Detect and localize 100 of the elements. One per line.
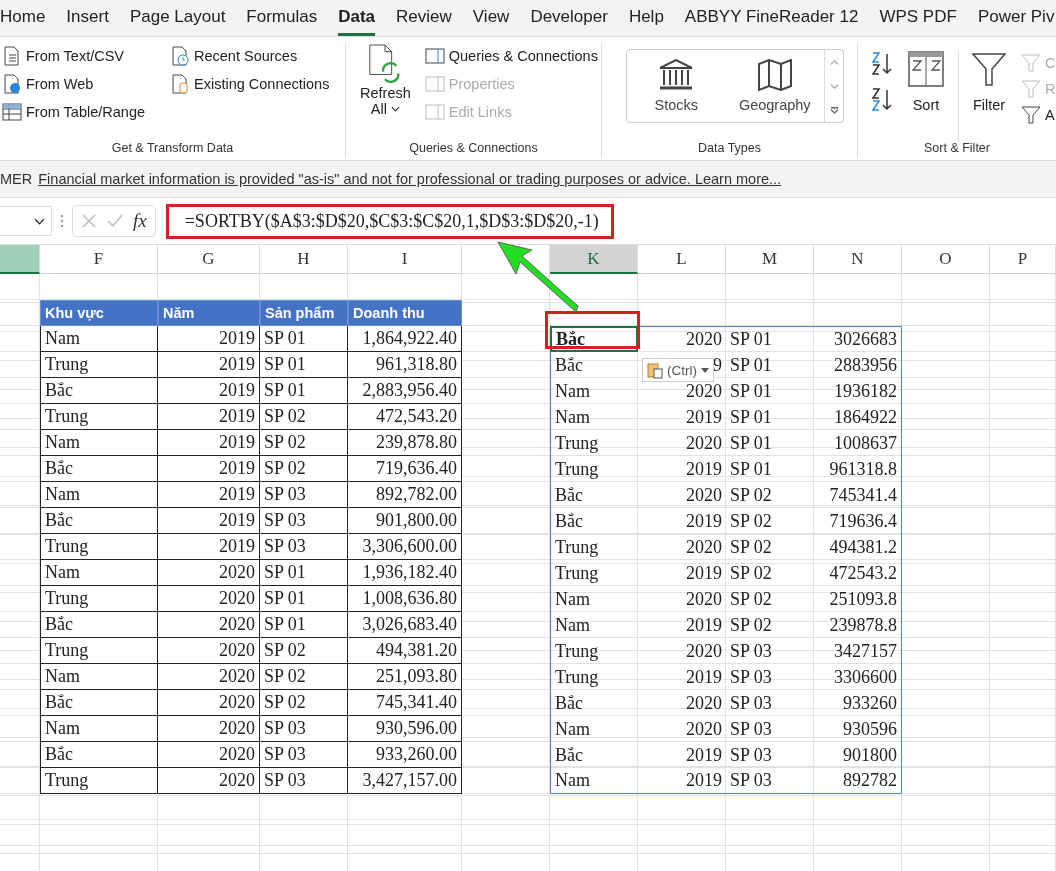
table-cell-text: SP 03 [729,743,773,767]
table-cell: SP 03 [260,742,348,768]
data-type-button[interactable]: Geography [725,50,824,122]
chevron-up-icon[interactable] [829,58,839,66]
column-header[interactable]: K [550,245,638,274]
panel-icon [424,102,445,122]
sort-dialog-icon [908,51,944,87]
ribbon-command[interactable]: From Text/CSV [0,43,160,69]
sort-ascending-icon[interactable] [870,51,894,75]
ribbon-command[interactable]: Recent Sources [168,43,332,69]
table-cell: Bắc [40,508,158,534]
ribbon-tab[interactable]: Developer [530,0,608,36]
table-cell-text: SP 03 [729,665,773,689]
table-cell-text: SP 01 [729,379,773,403]
sort-descending-icon[interactable] [870,87,894,111]
table-cell-text: SP 02 [729,561,773,585]
ribbon-command[interactable]: A [1021,103,1056,127]
table-cell: 3,026,683.40 [348,612,462,638]
ribbon-tab[interactable]: Insert [66,0,109,36]
table-cell: 1008637 [814,430,902,456]
table-cell: 251093.8 [814,586,902,612]
column-header[interactable]: N [814,245,902,274]
column-header[interactable]: F [40,245,158,274]
group-label: Get & Transform Data [110,141,235,157]
ribbon-command[interactable]: Existing Connections [168,71,332,97]
table-cell: 892782 [814,768,902,794]
ribbon-tab[interactable]: ABBYY FineReader 12 [684,0,859,36]
table-cell: 3026683 [814,326,902,352]
insert-function-button[interactable]: fx [133,210,147,232]
ribbon-tab[interactable]: Page Layout [129,0,226,36]
ribbon-tab[interactable]: Data [338,0,376,36]
column-header[interactable]: M [726,245,814,274]
ribbon-tab[interactable]: Help [628,0,664,36]
panel-icon [424,46,445,66]
table-cell: SP 02 [260,690,348,716]
table-cell: Bắc [40,378,158,404]
drag-handle-icon[interactable] [60,213,64,229]
expand-icon[interactable] [829,106,839,114]
cancel-icon[interactable] [81,213,97,229]
column-header[interactable]: P [990,245,1056,274]
refresh-all-button[interactable]: Refresh All [356,43,415,141]
filter-button[interactable]: Filter [958,51,1011,141]
ribbon-command[interactable]: From Web [0,71,160,97]
table-cell: 2883956 [814,352,902,378]
data-type-button[interactable]: Stocks [627,50,726,122]
table-cell: 3427157 [814,638,902,664]
table-cell: SP 01 [260,378,348,404]
document-database-icon [170,74,190,94]
ribbon-command[interactable]: Queries & Connections [422,43,600,69]
table-cell-text: 2020 [685,587,723,611]
table-cell-text: 2019 [685,613,723,637]
document-globe-icon [2,74,22,94]
column-header[interactable]: L [638,245,726,274]
column-header[interactable]: O [902,245,990,274]
table-cell: 3,306,600.00 [348,534,462,560]
ribbon-tab[interactable]: Power Piv [977,0,1055,36]
table-cell: 2020 [158,586,260,612]
table-cell: Nam [550,768,638,794]
column-header[interactable] [0,245,40,274]
bank-icon [658,59,695,91]
map-icon [756,59,793,91]
ribbon-tab[interactable]: Home [0,0,46,36]
table-cell: SP 03 [260,508,348,534]
ribbon-command[interactable]: From Table/Range [0,99,160,125]
table-cell-text: 2020 [685,483,723,507]
table-cell: Bắc [40,612,158,638]
table-cell: 2020 [158,768,260,794]
document-clock-icon [170,46,190,66]
column-header[interactable]: G [158,245,260,274]
table-cell: Nam [550,612,638,638]
table-cell-text: SP 02 [729,509,773,533]
group-label: Sort & Filter [923,141,991,157]
check-icon[interactable] [107,213,123,229]
table-cell-text: SP 01 [729,353,773,377]
table-cell: 2019 [158,534,260,560]
ribbon-tab[interactable]: WPS PDF [879,0,957,36]
sort-button[interactable]: Sort [904,51,948,141]
ribbon-tab[interactable]: Formulas [246,0,318,36]
table-cell: SP 03 [726,768,814,794]
table-cell-text: 2019 [685,743,723,767]
ribbon-tab[interactable]: Review [396,0,452,36]
learn-more-link[interactable]: Financial market information is provided "as-is" and not for professional or trading purposes or advice. Learn more... [38,171,782,187]
table-cell-text: SP 03 [729,717,773,741]
table-cell: 961,318.80 [348,352,462,378]
filter-icon [971,51,1007,87]
table-cell: 2020 [158,716,260,742]
paste-options-popup[interactable]: (Ctrl) [642,358,714,382]
column-header[interactable]: I [348,245,462,274]
table-cell: 2019 [158,326,260,352]
table-cell-text: SP 03 [729,639,773,663]
table-cell-text: 2019 [685,457,723,481]
table-cell-text: 2019 [685,561,723,585]
chevron-down-icon[interactable] [34,217,45,225]
ribbon-tab[interactable]: View [472,0,510,36]
column-header[interactable]: H [260,245,348,274]
table-cell-text: SP 01 [729,405,773,429]
formula-field[interactable]: =SORTBY($A$3:$D$20,$C$3:$C$20,1,$D$3:$D$20,-1) [165,203,614,239]
table-cell: Trung [550,456,638,482]
table-header-cell: Năm [158,300,260,326]
table-cell-text: 2020 [685,535,723,559]
